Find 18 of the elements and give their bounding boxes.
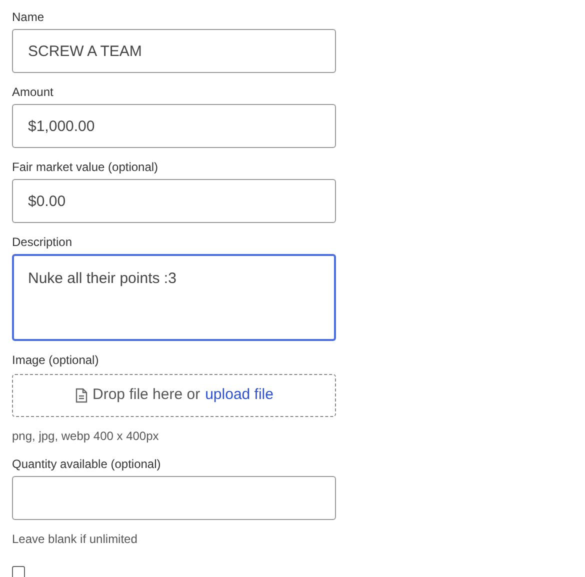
field-label: Amount	[12, 85, 54, 99]
dropzone[interactable]: Drop file here or upload file	[12, 374, 336, 417]
field-label: Description	[12, 235, 74, 249]
field-label: Name	[12, 10, 46, 24]
field-label: Fair market value (optional)	[12, 160, 160, 174]
drop-text: Drop file here or	[92, 385, 200, 406]
textarea-field[interactable]: Nuke all their points :3	[12, 254, 336, 341]
hint-text: Leave blank if unlimited	[12, 531, 138, 548]
input-field[interactable]: $0.00	[12, 179, 336, 223]
input-field[interactable]: $1,000.00	[12, 104, 336, 148]
upload-link[interactable]: upload file	[205, 384, 274, 407]
field-label: Image (optional)	[12, 353, 100, 367]
checkbox[interactable]	[12, 566, 25, 577]
field-label: Quantity available (optional)	[12, 457, 162, 471]
hint-text: png, jpg, webp 400 x 400px	[12, 428, 160, 445]
document-icon	[74, 388, 88, 403]
input-field[interactable]	[12, 476, 336, 520]
input-field[interactable]: SCREW A TEAM	[12, 29, 336, 73]
